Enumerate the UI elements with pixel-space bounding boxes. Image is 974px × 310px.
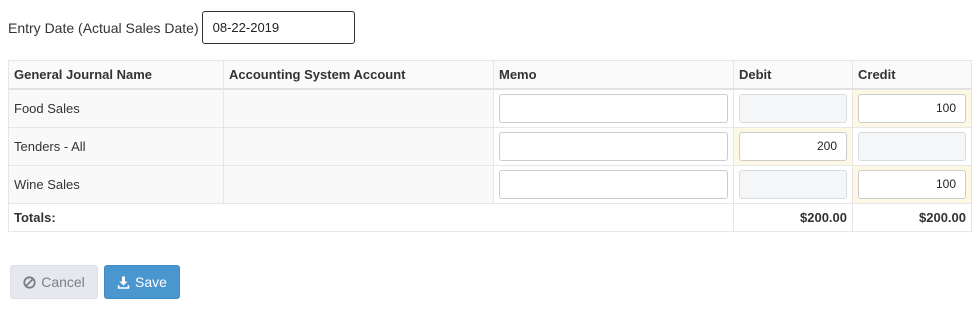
entry-date-input[interactable]	[201, 11, 355, 44]
totals-row: Totals: $200.00 $200.00	[8, 202, 972, 232]
credit-input[interactable]	[858, 131, 966, 161]
debit-input[interactable]	[739, 131, 847, 161]
table-row: Wine Sales	[8, 164, 972, 204]
account-cell	[223, 88, 494, 128]
journal-name-cell: Food Sales	[8, 88, 224, 128]
table-row: Food Sales	[8, 88, 972, 128]
credit-input[interactable]	[858, 169, 966, 199]
journal-name-cell: Wine Sales	[8, 164, 224, 204]
memo-input[interactable]	[499, 93, 728, 123]
save-button-label: Save	[135, 274, 167, 290]
totals-label: Totals:	[8, 202, 734, 232]
entry-date-row: Entry Date (Actual Sales Date)	[8, 11, 355, 44]
col-header-debit: Debit	[733, 60, 853, 89]
ban-icon	[23, 275, 36, 289]
save-button[interactable]: Save	[104, 265, 180, 299]
journal-name-cell: Tenders - All	[8, 126, 224, 166]
cancel-button[interactable]: Cancel	[10, 265, 98, 299]
memo-input[interactable]	[499, 169, 728, 199]
table-header-row: General Journal Name Accounting System A…	[8, 60, 972, 89]
totals-debit: $200.00	[733, 202, 853, 232]
journal-table: General Journal Name Accounting System A…	[8, 60, 972, 232]
download-icon	[117, 276, 130, 289]
account-cell	[223, 164, 494, 204]
debit-input[interactable]	[739, 93, 847, 123]
memo-input[interactable]	[499, 131, 728, 161]
debit-input[interactable]	[739, 169, 847, 199]
col-header-memo: Memo	[493, 60, 734, 89]
col-header-credit: Credit	[852, 60, 972, 89]
cancel-button-label: Cancel	[41, 274, 85, 290]
col-header-journal-name: General Journal Name	[8, 60, 224, 89]
entry-date-label: Entry Date (Actual Sales Date)	[8, 19, 199, 36]
credit-input[interactable]	[858, 93, 966, 123]
account-cell	[223, 126, 494, 166]
col-header-account: Accounting System Account	[223, 60, 494, 89]
totals-credit: $200.00	[852, 202, 972, 232]
table-row: Tenders - All	[8, 126, 972, 166]
